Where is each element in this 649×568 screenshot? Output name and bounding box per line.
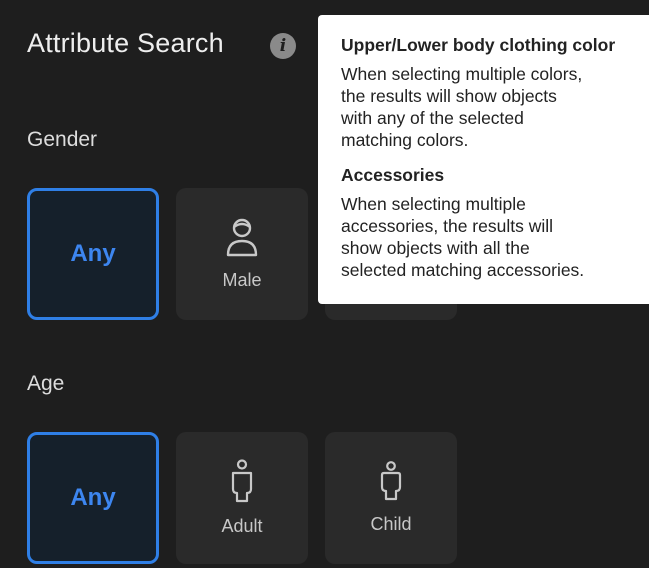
tooltip-heading-accessories: Accessories	[341, 165, 445, 185]
gender-option-male[interactable]: Male	[176, 188, 308, 320]
gender-option-any[interactable]: Any	[27, 188, 159, 320]
panel-title: Attribute Search	[27, 28, 224, 58]
tooltip-body-accessories: When selecting multiple accessories, the…	[341, 193, 637, 281]
tooltip-line: accessories, the results will	[341, 216, 554, 236]
child-person-icon	[379, 461, 403, 506]
age-option-any-label: Any	[70, 484, 116, 511]
tooltip-line: When selecting multiple	[341, 194, 526, 214]
age-option-child[interactable]: Child	[325, 432, 457, 564]
gender-option-any-label: Any	[70, 240, 116, 267]
age-option-adult[interactable]: Adult	[176, 432, 308, 564]
adult-person-icon	[229, 459, 255, 508]
gender-option-male-label: Male	[222, 270, 262, 290]
age-option-child-label: Child	[370, 514, 412, 534]
info-tooltip: Upper/Lower body clothing color When sel…	[318, 15, 649, 304]
tooltip-line: with any of the selected	[341, 108, 524, 128]
tooltip-line: the results will show objects	[341, 86, 557, 106]
tooltip-heading-clothing-color: Upper/Lower body clothing color	[341, 35, 616, 55]
tooltip-line: When selecting multiple colors,	[341, 64, 583, 84]
tooltip-line: show objects with all the	[341, 238, 530, 258]
tooltip-line: selected matching accessories.	[341, 260, 585, 280]
tooltip-body-clothing-color: When selecting multiple colors, the resu…	[341, 63, 637, 151]
age-option-adult-label: Adult	[221, 516, 263, 536]
age-label: Age	[27, 372, 65, 395]
tooltip-line: matching colors.	[341, 130, 469, 150]
age-option-any[interactable]: Any	[27, 432, 159, 564]
info-icon[interactable]: i	[270, 33, 296, 59]
male-person-icon	[225, 217, 259, 262]
gender-label: Gender	[27, 128, 98, 151]
